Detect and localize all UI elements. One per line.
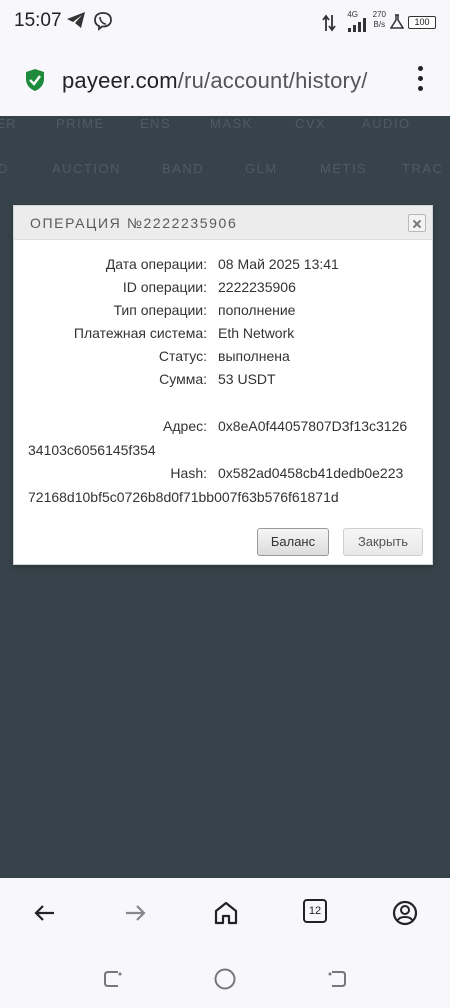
ticker-item: BAND: [162, 161, 205, 176]
field-label: ID операции:: [122, 279, 207, 295]
ticker-item: MASK: [210, 116, 253, 131]
ticker-item: ENS: [140, 116, 172, 131]
battery-indicator: 100: [408, 16, 436, 29]
url-text[interactable]: payeer.com/ru/account/history/: [62, 68, 368, 94]
tabs-counter[interactable]: 12: [303, 899, 327, 923]
flask-icon: [389, 14, 405, 35]
system-navigation: [0, 948, 450, 1008]
forward-arrow-icon[interactable]: [120, 898, 150, 928]
status-bar: 15:07 4G 270 B/s 100: [0, 0, 450, 44]
field-label: Тип операции:: [113, 302, 207, 318]
home-icon[interactable]: [211, 898, 241, 928]
ticker-item: TRAC: [402, 161, 444, 176]
net-speed-unit: B/s: [373, 20, 386, 29]
home-circle-icon[interactable]: [213, 967, 237, 996]
ticker-row-1: ER PRIME ENS MASK CVX AUDIO: [0, 116, 450, 136]
ticker-item: AUCTION: [52, 161, 121, 176]
clock: 15:07: [14, 10, 62, 31]
url-domain: payeer.com: [62, 68, 178, 93]
field-value: 08 Май 2025 13:41: [218, 256, 339, 272]
url-path: /ru/account/history/: [177, 68, 368, 93]
field-value: 53 USDT: [218, 371, 276, 387]
operation-dialog: ОПЕРАЦИЯ №2222235906 Дата операции: 08 М…: [13, 205, 433, 565]
ticker-item: METIS: [320, 161, 368, 176]
hash-value: 0x582ad0458cb41dedb0e223: [218, 465, 404, 481]
hash-value-continued: 72168d10bf5c0726b8d0f71bb007f63b576f6187…: [28, 489, 339, 505]
field-label: Дата операции:: [105, 256, 207, 272]
signal-icon: [348, 18, 366, 37]
net-speed-value: 270: [372, 10, 386, 19]
recent-apps-icon[interactable]: [102, 968, 124, 995]
balance-button[interactable]: Баланс: [257, 528, 329, 556]
address-value: 0x8eA0f44057807D3f13c3126: [218, 418, 408, 434]
field-label: Статус:: [158, 348, 207, 364]
field-label: Сумма:: [159, 371, 207, 387]
field-value: Eth Network: [218, 325, 295, 341]
viber-icon: [93, 11, 113, 36]
shield-check-icon[interactable]: [24, 68, 46, 97]
dialog-title: ОПЕРАЦИЯ №2222235906: [30, 215, 238, 231]
ticker-item: PRIME: [56, 116, 105, 131]
telegram-icon: [66, 11, 86, 34]
ticker-item: AUDIO: [362, 116, 411, 131]
back-arrow-icon[interactable]: [30, 898, 60, 928]
data-arrows-icon: [322, 14, 336, 37]
ticker-item: CVX: [295, 116, 327, 131]
hash-label: Hash:: [170, 465, 207, 481]
field-value: 2222235906: [218, 279, 296, 295]
ticker-item: ER: [0, 116, 18, 131]
back-gesture-icon[interactable]: [326, 968, 348, 995]
close-icon[interactable]: [408, 214, 426, 232]
field-value: пополнение: [218, 302, 296, 318]
browser-address-bar[interactable]: payeer.com/ru/account/history/: [0, 44, 450, 116]
close-button[interactable]: Закрыть: [343, 528, 423, 556]
net-speed: 270 B/s: [373, 10, 386, 30]
field-value: выполнена: [218, 348, 290, 364]
ticker-item: GLM: [245, 161, 278, 176]
profile-icon[interactable]: [390, 898, 420, 928]
address-value-continued: 34103c6056145f354: [28, 442, 156, 458]
dialog-header: ОПЕРАЦИЯ №2222235906: [14, 206, 432, 240]
ticker-item: D: [0, 161, 9, 176]
browser-toolbar: 12: [0, 878, 450, 948]
ticker-row-2: D AUCTION BAND GLM METIS TRAC: [0, 161, 450, 181]
more-menu-icon[interactable]: [416, 66, 424, 94]
field-label: Платежная система:: [73, 325, 207, 341]
address-label: Адрес:: [163, 418, 207, 434]
